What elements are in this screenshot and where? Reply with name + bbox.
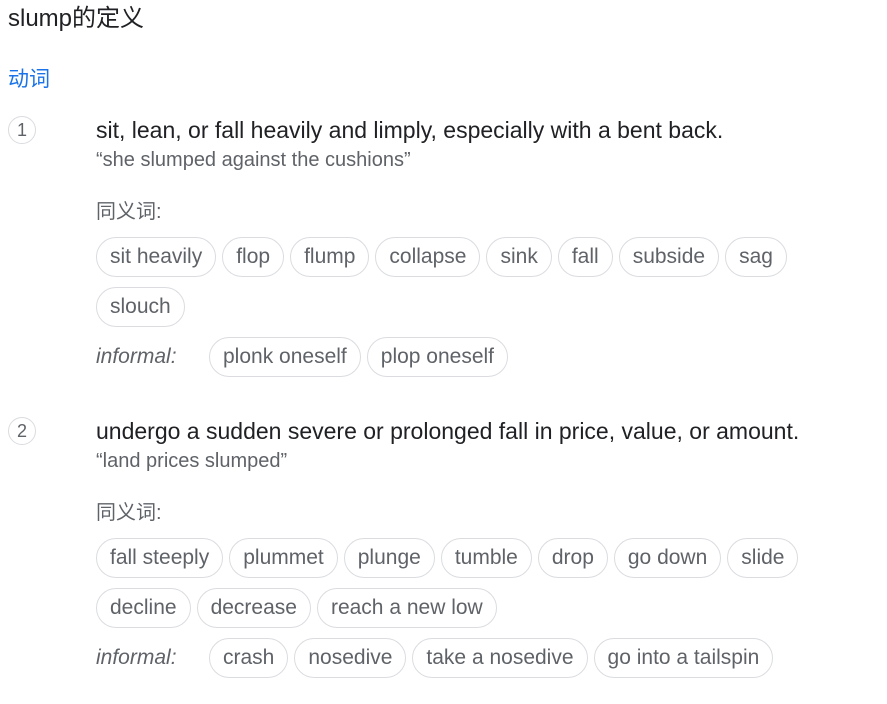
synonym-chip[interactable]: decrease — [196, 588, 311, 628]
synonym-chip[interactable]: drop — [537, 538, 608, 578]
informal-chip[interactable]: crash — [209, 638, 289, 678]
informal-row: informal: crash nosedive take a nosedive… — [96, 638, 876, 678]
example-text: “land prices slumped” — [96, 450, 288, 472]
sense-body: sit, lean, or fall heavily and limply, e… — [96, 115, 876, 377]
synonym-chips: fall steeply plummet plunge tumble drop … — [96, 538, 836, 638]
definition-text: sit, lean, or fall heavily and limply, e… — [96, 117, 724, 143]
synonym-chip[interactable]: collapse — [375, 237, 481, 277]
example-text: “she slumped against the cushions” — [96, 149, 411, 171]
synonyms-label: 同义词: — [96, 502, 162, 524]
synonym-chip[interactable]: sink — [486, 237, 552, 277]
synonym-chip[interactable]: slouch — [96, 287, 185, 327]
informal-chip[interactable]: take a nosedive — [412, 638, 588, 678]
synonym-chip[interactable]: sag — [725, 237, 787, 277]
informal-label: informal: — [96, 646, 177, 669]
synonym-chip[interactable]: plummet — [229, 538, 338, 578]
informal-chip[interactable]: nosedive — [294, 638, 407, 678]
synonym-chips: sit heavily flop flump collapse sink fal… — [96, 237, 836, 337]
sense-number: 1 — [8, 116, 36, 144]
synonym-chip[interactable]: fall steeply — [96, 538, 224, 578]
synonym-chip[interactable]: decline — [96, 588, 191, 628]
definition-text: undergo a sudden severe or prolonged fal… — [96, 418, 800, 444]
synonym-chip[interactable]: fall — [557, 237, 613, 277]
synonyms-label: 同义词: — [96, 201, 162, 223]
synonym-chip[interactable]: flop — [222, 237, 285, 277]
synonym-chip[interactable]: reach a new low — [316, 588, 497, 628]
informal-chip[interactable]: plonk oneself — [209, 337, 361, 377]
informal-row: informal: plonk oneself plop oneself — [96, 337, 876, 377]
part-of-speech: 动词 — [8, 68, 50, 91]
synonym-chip[interactable]: tumble — [440, 538, 532, 578]
sense-body: undergo a sudden severe or prolonged fal… — [96, 416, 876, 678]
sense-number: 2 — [8, 417, 36, 445]
synonym-chip[interactable]: slide — [727, 538, 799, 578]
synonym-chip[interactable]: sit heavily — [96, 237, 217, 277]
informal-label: informal: — [96, 345, 177, 368]
synonym-chip[interactable]: plunge — [343, 538, 435, 578]
synonym-chip[interactable]: go down — [613, 538, 722, 578]
informal-chip[interactable]: plop oneself — [366, 337, 509, 377]
page-title: slump的定义 — [8, 5, 145, 32]
synonym-chip[interactable]: flump — [290, 237, 370, 277]
informal-chip[interactable]: go into a tailspin — [593, 638, 774, 678]
synonym-chip[interactable]: subside — [618, 237, 720, 277]
